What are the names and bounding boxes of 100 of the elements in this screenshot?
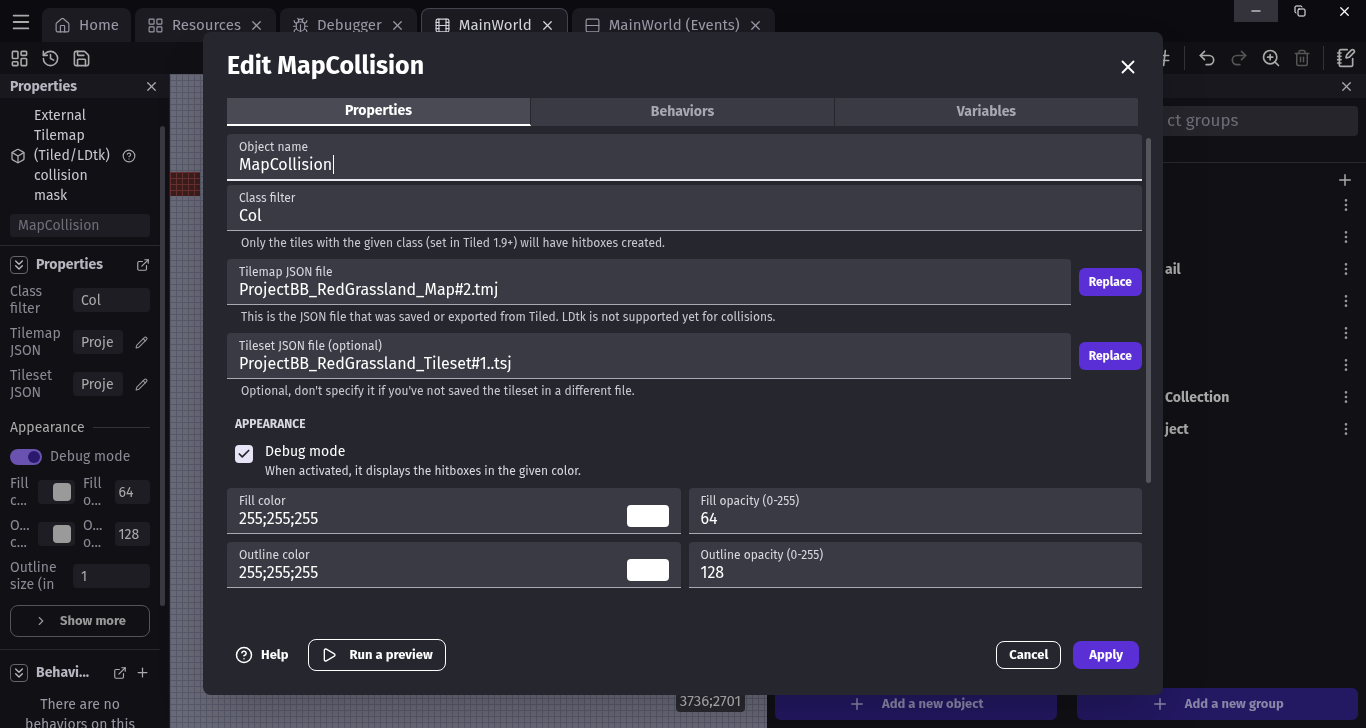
redo-icon[interactable] [1229,48,1249,68]
save-icon[interactable] [72,48,91,68]
helper-text: Optional, don't specify it if you've not saved the tileset in a different file. [240,382,636,400]
history-icon[interactable] [41,48,60,68]
property-field[interactable]: Proje [73,330,123,354]
text-field[interactable]: Tileset JSON file (optional) ProjectBB_RedGrassland_Tileset#1..tsj [227,332,1071,379]
object-item[interactable]: Collection [1165,389,1230,406]
object-type: External Tilemap (Tiled/LDtk) collision mask [34,106,111,206]
tab-label: MainWorld (Events) [608,14,740,36]
property-label: O... o... [83,517,104,551]
helper-text: Only the tiles with the given class (set in Tiled 1.9+) will have hitboxes created. [240,234,666,252]
section-title: Behavi... [36,663,91,683]
property-label: Fill c... [10,475,30,509]
property-field[interactable]: Proje [73,372,123,396]
section-title: APPEARANCE [234,415,307,433]
color-swatch[interactable] [37,522,75,546]
field-value: 128 [700,561,726,583]
help-icon[interactable] [122,149,136,163]
restore-icon [1294,5,1306,17]
field-label: Tilemap JSON file [239,264,334,279]
property-field[interactable]: 1 [73,564,150,588]
replace-button[interactable]: Replace [1078,267,1142,296]
field-value: ProjectBB_RedGrassland_Map#2.tmj [239,279,500,300]
field-label: Outline opacity (0-255) [700,547,825,562]
dialog-tab[interactable]: Properties [227,97,531,126]
property-field[interactable]: 128 [114,522,150,546]
layout-icon[interactable] [10,48,29,68]
undo-icon[interactable] [1197,48,1217,68]
text-field[interactable]: Object name MapCollision [227,133,1142,181]
property-label: Tilemap JSON [10,325,62,359]
field-label: Class filter [239,190,297,205]
property-label: Class filter [10,283,44,317]
scrollbar[interactable] [160,126,165,606]
checkbox-label: Debug mode [265,441,347,462]
open-icon[interactable] [113,665,127,680]
add-icon[interactable] [135,665,150,680]
cancel-button[interactable]: Cancel [996,641,1062,669]
home-icon [54,16,71,34]
color-swatch[interactable] [37,480,75,504]
apply-button[interactable]: Apply [1073,641,1139,669]
object-item[interactable]: ject [1165,421,1189,438]
checkbox-description: When activated, it displays the hitboxes in the given color. [265,462,581,480]
tab-label: Debugger [316,14,382,36]
helper-text: This is the JSON file that was saved or exported from Tiled. LDtk is not supported yet for collisions. [240,308,777,326]
edit-icon[interactable] [135,335,148,349]
tab-label: Home [79,14,119,36]
field-value: Col [239,204,263,226]
tab-label: Resources [172,14,241,36]
checkbox[interactable] [235,444,253,463]
field-label: Outline color [239,547,311,562]
text-field[interactable]: Fill color 255;255;255 [227,487,681,534]
rows-icon [583,16,601,34]
show-more-button[interactable]: Show more [10,605,150,637]
delete-icon[interactable] [1293,49,1311,67]
add-group-button[interactable]: Add a new group [1076,688,1358,720]
color-swatch[interactable] [626,504,669,527]
toggle-switch[interactable] [10,448,42,465]
field-value: ProjectBB_RedGrassland_Tileset#1..tsj [239,353,513,374]
tile-block [170,172,200,196]
field-value: 64 [700,507,719,529]
field-label: Object name [239,139,309,154]
dialog-title: Edit MapCollision [227,50,425,83]
replace-button[interactable]: Replace [1078,341,1142,370]
grid-icon [147,16,164,34]
property-label: O... c... [10,517,31,551]
collapse-icon[interactable] [10,255,28,274]
property-field[interactable]: Col [73,288,150,312]
property-label: Outline size (in [10,559,58,593]
property-label: Fill o... [83,475,103,509]
text-field[interactable]: Fill opacity (0-255) 64 [688,487,1142,534]
field-value: MapCollision [239,154,336,175]
object-item[interactable]: ail [1165,261,1181,278]
text-field[interactable]: Outline opacity (0-255) 128 [688,541,1142,588]
toggle-label: Debug mode [50,447,131,467]
edit-icon[interactable] [135,377,148,391]
collapse-icon[interactable] [10,663,28,682]
color-swatch[interactable] [626,558,669,581]
tab-label: MainWorld [458,15,532,37]
field-label: Fill color [239,493,287,508]
field-label: Tileset JSON file (optional) [239,338,383,353]
help-button[interactable]: Help [227,645,297,665]
dialog-tab[interactable]: Behaviors [531,97,835,126]
text-field[interactable]: Outline color 255;255;255 [227,541,681,588]
dialog-tab[interactable]: Variables [835,97,1139,126]
panel-title: Properties [10,76,78,97]
section-title: Properties [36,255,105,275]
bug-icon [291,16,309,34]
field-label: Fill opacity (0-255) [700,493,801,508]
notes-icon[interactable] [1336,48,1356,68]
preview-button[interactable]: Run a preview [308,639,446,671]
add-icon[interactable] [1336,171,1354,189]
text-field[interactable]: Tilemap JSON file ProjectBB_RedGrassland_Map#2.tmj [227,258,1071,305]
help-icon [235,646,253,664]
text-field[interactable]: Class filter Col [227,184,1142,231]
open-icon[interactable] [136,257,150,272]
editor-tab[interactable]: Home [42,8,131,42]
zoom-in-icon[interactable] [1261,48,1281,68]
play-icon [321,647,338,663]
property-field[interactable]: 64 [114,480,150,504]
scrollbar[interactable] [1146,137,1151,483]
